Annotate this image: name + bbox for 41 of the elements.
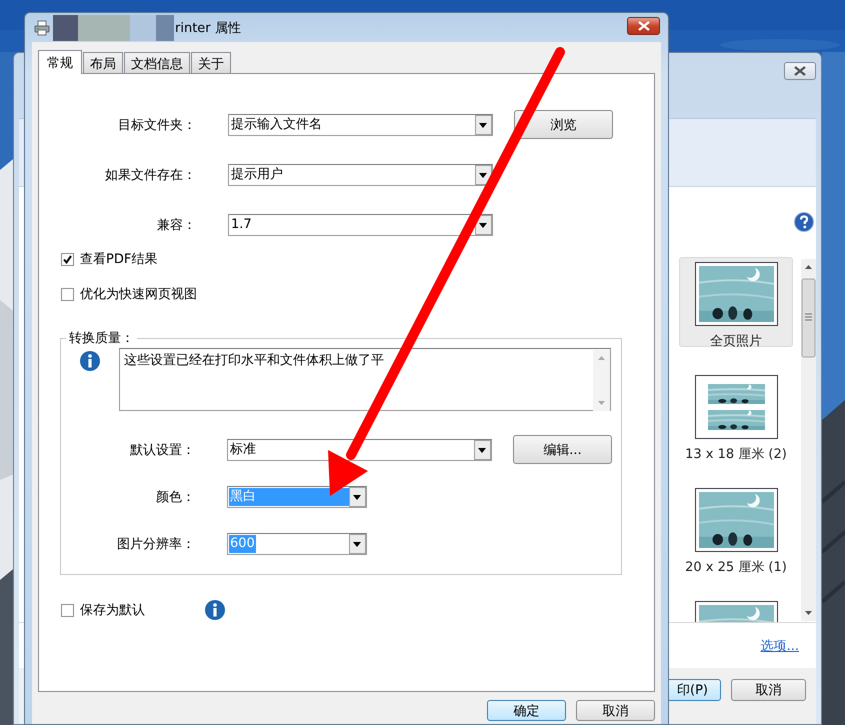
field-label: 目标文件夹： [117,116,196,134]
checkbox-label: 查看PDF结果 [80,251,158,268]
dropdown[interactable]: 标准 [227,438,492,460]
field-label: 图片分辨率： [116,536,195,552]
checkbox-label: 保存为默认 [80,602,145,619]
checkbox[interactable] [61,252,74,266]
scrollbar[interactable] [801,259,816,621]
field-label: 默认设置： [129,442,195,458]
caret-icon [474,440,491,460]
close-button[interactable] [784,62,816,80]
info-icon [80,351,100,371]
button[interactable]: 编辑... [513,435,612,464]
checkbox[interactable] [61,604,74,616]
caret-icon [475,164,492,184]
caret-icon [475,114,492,134]
checkbox[interactable] [61,288,74,300]
button[interactable]: 确定 [487,700,566,721]
dropdown[interactable]: 1.7 [228,214,493,236]
info-text: 这些设置已经在打印水平和文件体积上做了平 [124,352,384,370]
button[interactable]: 取消 [576,700,655,721]
tab[interactable]: 常规 [38,50,82,74]
button[interactable]: 取消 [731,679,806,701]
options-link[interactable]: 选项... [760,636,799,654]
caret-icon [348,534,366,554]
checkbox-label: 优化为快速网页视图 [80,286,197,303]
field-label: 如果文件存在： [104,166,196,184]
field-label: 颜色： [155,488,195,506]
scrollbar[interactable] [593,350,610,411]
tab[interactable]: 关于 [191,52,231,73]
caret-icon [349,486,366,506]
dropdown[interactable]: 提示输入文件名 [228,114,493,136]
dropdown[interactable]: 提示用户 [228,164,493,186]
tab[interactable]: 布局 [83,52,123,73]
field-label: 兼容： [156,216,196,234]
tab[interactable]: 文档信息 [124,52,190,73]
help-icon[interactable] [794,212,814,232]
info-icon [205,600,225,620]
text-area[interactable]: 这些设置已经在打印水平和文件体积上做了平 [119,348,611,411]
layout-option[interactable]: 全页照片 [679,257,793,347]
close-icon [794,66,806,76]
group-title: 转换质量： [68,330,135,347]
